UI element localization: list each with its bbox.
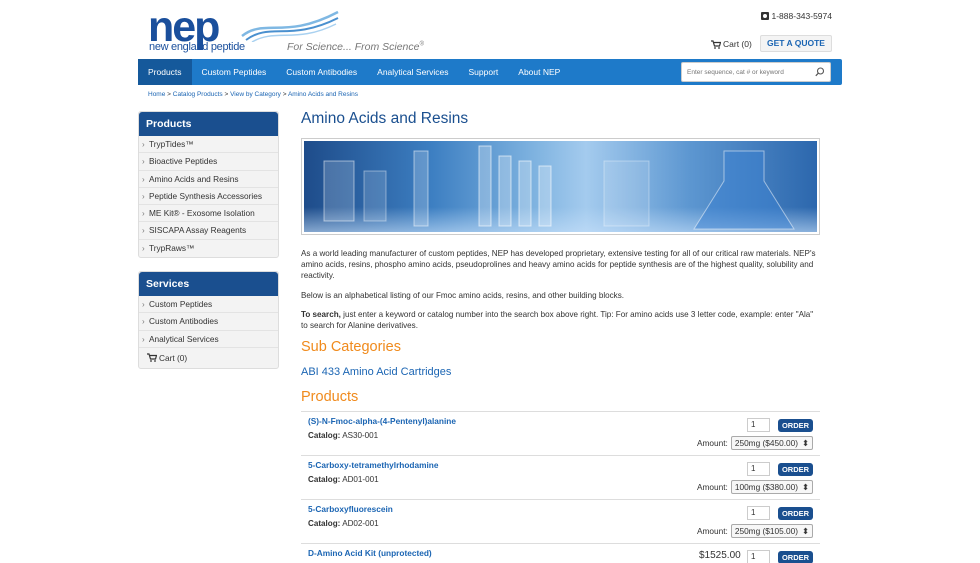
product-name-link[interactable]: (S)-N-Fmoc-alpha-(4-Pentenyl)alanine (308, 416, 813, 426)
amount-field: Amount: 100mg ($380.00) ⬍ (697, 480, 813, 494)
order-button[interactable]: ORDER (778, 463, 813, 476)
order-button[interactable]: ORDER (778, 551, 813, 563)
sidebar-products-title: Products (139, 112, 278, 136)
sidebar-item-amino-acids-resins[interactable]: Amino Acids and Resins (139, 171, 278, 188)
phone-text: 1-888-343-5974 (771, 11, 833, 21)
sub-category-abi-433-link[interactable]: ABI 433 Amino Acid Cartridges (301, 366, 451, 378)
order-button[interactable]: ORDER (778, 507, 813, 520)
search-tip-bold: To search, (301, 310, 341, 319)
sidebar-item-trypraws[interactable]: TrypRaws™ (139, 240, 278, 258)
catalog-number: AD02-001 (342, 519, 379, 528)
nav-custom-antibodies[interactable]: Custom Antibodies (276, 59, 367, 85)
amount-value: 100mg ($380.00) (734, 482, 799, 492)
get-a-quote-button[interactable]: GET A QUOTE (760, 35, 832, 52)
breadcrumb-separator: > (224, 91, 229, 98)
sidebar-services-panel: Services Custom Peptides Custom Antibodi… (138, 271, 279, 369)
amount-label: Amount: (696, 482, 728, 492)
nav-products[interactable]: Products (138, 59, 192, 85)
table-row: D-Amino Acid Kit (unprotected) $1525.00 … (301, 543, 820, 563)
select-arrows-icon: ⬍ (802, 438, 809, 448)
quantity-input[interactable]: 1 (747, 550, 770, 563)
breadcrumb-current[interactable]: Amino Acids and Resins (288, 91, 358, 98)
sidebar-item-me-kit[interactable]: ME Kit® - Exosome Isolation (139, 205, 278, 223)
breadcrumb-home[interactable]: Home (148, 91, 165, 98)
amount-label: Amount: (696, 526, 728, 536)
cart-icon (711, 39, 721, 49)
sub-categories-heading: Sub Categories (301, 339, 401, 355)
amount-value: 250mg ($450.00) (734, 438, 799, 448)
search-icon[interactable] (815, 67, 825, 77)
amount-field: Amount: 250mg ($450.00) ⬍ (697, 436, 813, 450)
amount-select[interactable]: 250mg ($105.00) ⬍ (730, 524, 813, 538)
amount-select[interactable]: 250mg ($450.00) ⬍ (730, 436, 813, 450)
intro-paragraph: As a world leading manufacturer of custo… (301, 249, 816, 281)
header-cart-link[interactable]: Cart (0) (711, 39, 752, 49)
main-nav: Products Custom Peptides Custom Antibodi… (138, 59, 842, 85)
logo-waves-icon (241, 10, 339, 42)
search-input[interactable] (687, 68, 815, 76)
quantity-input[interactable]: 1 (747, 462, 770, 476)
product-name-link[interactable]: 5-Carboxyfluorescein (308, 504, 813, 514)
search-tip-text: just enter a keyword or catalog number i… (301, 310, 814, 331)
catalog-label: Catalog: (308, 519, 341, 528)
sidebar-item-bioactive-peptides[interactable]: Bioactive Peptides (139, 153, 278, 171)
products-heading: Products (301, 389, 359, 405)
amount-field: Amount: 250mg ($105.00) ⬍ (697, 524, 813, 538)
select-arrows-icon: ⬍ (802, 482, 809, 492)
sidebar-item-analytical-services[interactable]: Analytical Services (139, 331, 278, 348)
product-list: (S)-N-Fmoc-alpha-(4-Pentenyl)alanine Cat… (301, 411, 820, 563)
hero-image (301, 138, 820, 235)
catalog-label: Catalog: (308, 475, 341, 484)
sidebar-products-panel: Products TrypTides™ Bioactive Peptides A… (138, 111, 279, 259)
listing-note: Below is an alphabetical listing of our … (301, 291, 625, 300)
order-button[interactable]: ORDER (778, 419, 813, 432)
table-row: 5-Carboxyfluorescein Catalog: AD02-001 1… (301, 499, 820, 543)
quantity-input[interactable]: 1 (747, 418, 770, 432)
nav-support[interactable]: Support (459, 59, 509, 85)
amount-value: 250mg ($105.00) (734, 526, 799, 536)
sidebar-item-peptide-synthesis-accessories[interactable]: Peptide Synthesis Accessories (139, 188, 278, 205)
breadcrumb-separator: > (167, 91, 171, 98)
header-cart-label: Cart (0) (723, 39, 752, 49)
select-arrows-icon: ⬍ (802, 526, 809, 536)
search-tip: To search, just enter a keyword or catal… (301, 309, 821, 331)
amount-label: Amount: (696, 438, 728, 448)
phone-icon (760, 12, 769, 20)
nav-about-nep[interactable]: About NEP (508, 59, 570, 85)
phone-number[interactable]: 1-888-343-5974 (760, 11, 833, 21)
amount-select[interactable]: 100mg ($380.00) ⬍ (730, 480, 813, 494)
product-price: $1525.00 (699, 550, 741, 561)
logo-company-name: new england peptide (149, 41, 245, 53)
catalog-label: Catalog: (308, 431, 341, 440)
breadcrumb: Home > Catalog Products > View by Catego… (148, 91, 358, 98)
search-box (681, 62, 831, 82)
sidebar-item-siscapa[interactable]: SISCAPA Assay Reagents (139, 222, 278, 240)
sidebar-cart-link[interactable]: Cart (0) (139, 348, 278, 368)
breadcrumb-catalog-products[interactable]: Catalog Products (173, 91, 223, 98)
catalog-number: AS30-001 (342, 431, 379, 440)
table-row: (S)-N-Fmoc-alpha-(4-Pentenyl)alanine Cat… (301, 411, 820, 455)
product-name-link[interactable]: 5-Carboxy-tetramethylrhodamine (308, 460, 813, 470)
quantity-input[interactable]: 1 (747, 506, 770, 520)
cart-icon (147, 353, 157, 363)
nav-custom-peptides[interactable]: Custom Peptides (192, 59, 277, 85)
catalog-number: AD01-001 (342, 475, 379, 484)
sidebar-item-custom-antibodies[interactable]: Custom Antibodies (139, 313, 278, 331)
table-row: 5-Carboxy-tetramethylrhodamine Catalog: … (301, 455, 820, 499)
glassware-illustration (323, 145, 795, 230)
page-title: Amino Acids and Resins (301, 110, 469, 127)
sidebar-services-title: Services (139, 272, 278, 296)
sidebar-cart-label: Cart (0) (159, 352, 188, 363)
lab-glassware-image (304, 141, 817, 232)
breadcrumb-separator: > (282, 91, 287, 98)
nav-analytical-services[interactable]: Analytical Services (367, 59, 458, 85)
logo-tagline: For Science... From Science® (287, 41, 424, 53)
sidebar-item-tryptides[interactable]: TrypTides™ (139, 136, 278, 154)
breadcrumb-view-by-category[interactable]: View by Category (230, 91, 281, 98)
sidebar-item-custom-peptides[interactable]: Custom Peptides (139, 296, 278, 314)
nep-logo[interactable]: nep new england peptide For Science... F… (148, 6, 448, 58)
